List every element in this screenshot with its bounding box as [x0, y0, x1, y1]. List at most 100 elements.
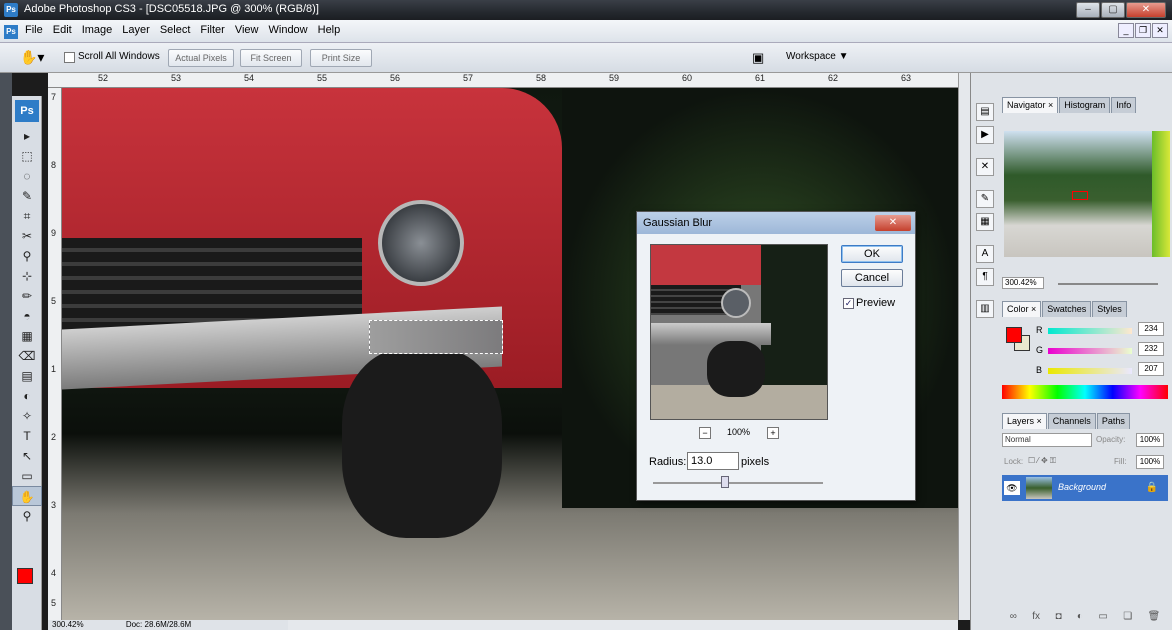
layer-style-icon[interactable]: fx — [1032, 611, 1040, 627]
zoom-out-button[interactable]: − — [699, 427, 711, 439]
clone-stamp-tool-icon[interactable]: ✏ — [12, 286, 42, 306]
adjustment-layer-icon[interactable]: ◐ — [1077, 611, 1083, 627]
channel-b-slider[interactable] — [1048, 368, 1132, 374]
navigator-zoom-slider[interactable] — [1058, 283, 1158, 285]
blur-tool-icon[interactable]: ▤ — [12, 366, 42, 386]
menu-edit[interactable]: Edit — [48, 24, 77, 36]
opacity-field[interactable]: 100% — [1136, 433, 1164, 447]
dialog-close-button[interactable]: ✕ — [875, 215, 911, 231]
tab-color[interactable]: Color × — [1002, 301, 1042, 317]
history-panel-icon[interactable]: ▤ — [976, 103, 994, 121]
minimize-button[interactable]: – — [1076, 2, 1100, 18]
slice-tool-icon[interactable]: ✂ — [12, 226, 42, 246]
document-icon[interactable]: Ps — [4, 25, 18, 39]
hand-tool-icon[interactable]: ✋ — [12, 486, 42, 506]
tab-info[interactable]: Info — [1111, 97, 1137, 113]
tab-swatches[interactable]: Swatches — [1042, 301, 1092, 317]
menu-filter[interactable]: Filter — [195, 24, 229, 36]
menu-select[interactable]: Select — [155, 24, 196, 36]
layer-row[interactable]: 👁 Background 🔒 — [1002, 475, 1168, 501]
dodge-tool-icon[interactable]: ◐ — [12, 386, 42, 406]
navigator-view-box[interactable] — [1072, 191, 1088, 200]
close-button[interactable]: ✕ — [1126, 2, 1166, 18]
brush-tool-icon[interactable]: ⊹ — [12, 266, 42, 286]
print-size-button[interactable]: Print Size — [310, 49, 372, 67]
tool-presets-icon[interactable]: ✕ — [976, 158, 994, 176]
channel-r-slider[interactable] — [1048, 328, 1132, 334]
pen-tool-icon[interactable]: ✧ — [12, 406, 42, 426]
radius-slider-track[interactable] — [653, 482, 823, 484]
channel-g-value[interactable]: 232 — [1138, 342, 1164, 356]
radius-input[interactable]: 13.0 — [687, 452, 739, 470]
new-group-icon[interactable]: ▭ — [1098, 611, 1107, 627]
color-spectrum-ramp[interactable] — [1002, 385, 1168, 399]
brushes-panel-icon[interactable]: ✎ — [976, 190, 994, 208]
tab-paths[interactable]: Paths — [1096, 413, 1130, 429]
hand-tool-preset-icon[interactable]: ✋▾ — [20, 49, 48, 67]
blend-mode-select[interactable]: Normal — [1002, 433, 1092, 447]
radius-slider-thumb[interactable] — [721, 476, 729, 488]
clone-source-icon[interactable]: ▦ — [976, 213, 994, 231]
tab-histogram[interactable]: Histogram — [1059, 97, 1111, 113]
eraser-tool-icon[interactable]: ▦ — [12, 326, 42, 346]
path-selection-tool-icon[interactable]: ↖ — [12, 446, 42, 466]
actions-panel-icon[interactable]: ▶ — [976, 126, 994, 144]
preview-checkbox[interactable]: ✓ — [843, 298, 854, 309]
doc-minimize-button[interactable]: _ — [1118, 23, 1134, 38]
link-layers-icon[interactable]: ∞ — [1010, 611, 1017, 627]
ok-button[interactable]: OK — [841, 245, 903, 263]
channel-g-slider[interactable] — [1048, 348, 1132, 354]
navigator-thumbnail[interactable] — [1004, 131, 1170, 257]
zoom-tool-icon[interactable]: ⚲ — [12, 506, 42, 526]
tab-channels[interactable]: Channels — [1047, 413, 1096, 429]
menu-window[interactable]: Window — [264, 24, 313, 36]
tab-layers[interactable]: Layers × — [1002, 413, 1047, 429]
shape-tool-icon[interactable]: ▭ — [12, 466, 42, 486]
doc-close-button[interactable]: ✕ — [1152, 23, 1168, 38]
doc-restore-button[interactable]: ❐ — [1135, 23, 1151, 38]
layer-mask-icon[interactable]: ◘ — [1055, 611, 1061, 627]
gradient-tool-icon[interactable]: ⌫ — [12, 346, 42, 366]
menu-layer[interactable]: Layer — [117, 24, 155, 36]
scroll-all-windows-checkbox[interactable] — [64, 52, 75, 63]
document-size[interactable]: Doc: 28.6M/28.6M — [126, 620, 191, 629]
horizontal-scrollbar[interactable] — [288, 620, 958, 630]
maximize-button[interactable]: ▢ — [1101, 2, 1125, 18]
layer-name[interactable]: Background — [1058, 482, 1106, 492]
visibility-eye-icon[interactable]: 👁 — [1004, 481, 1020, 495]
channel-r-value[interactable]: 234 — [1138, 322, 1164, 336]
foreground-color-swatch[interactable] — [17, 568, 33, 584]
actual-pixels-button[interactable]: Actual Pixels — [168, 49, 234, 67]
lock-icons[interactable]: ☐ ⁄ ✥ ⚿ — [1028, 456, 1056, 466]
navigator-zoom-field[interactable]: 300.42% — [1002, 277, 1044, 289]
vertical-scrollbar[interactable] — [958, 73, 970, 620]
healing-brush-tool-icon[interactable]: ⚲ — [12, 246, 42, 266]
tab-styles[interactable]: Styles — [1092, 301, 1127, 317]
menu-help[interactable]: Help — [313, 24, 346, 36]
blur-preview[interactable] — [650, 244, 828, 420]
marquee-selection[interactable] — [369, 320, 503, 354]
type-tool-icon[interactable]: T — [12, 426, 42, 446]
quick-selection-tool-icon[interactable]: ✎ — [12, 186, 42, 206]
fit-screen-button[interactable]: Fit Screen — [240, 49, 302, 67]
zoom-in-button[interactable]: + — [767, 427, 779, 439]
menu-image[interactable]: Image — [77, 24, 118, 36]
paragraph-panel-icon[interactable]: ¶ — [976, 268, 994, 286]
delete-layer-icon[interactable]: 🗑 — [1148, 611, 1161, 627]
history-brush-tool-icon[interactable]: ◓ — [12, 306, 42, 326]
fill-field[interactable]: 100% — [1136, 455, 1164, 469]
move-tool-icon[interactable]: ▸ — [12, 126, 42, 146]
lasso-tool-icon[interactable]: ◌ — [12, 166, 42, 186]
layer-comps-icon[interactable]: ▥ — [976, 300, 994, 318]
menu-view[interactable]: View — [230, 24, 264, 36]
crop-tool-icon[interactable]: ⌗ — [12, 206, 42, 226]
tab-navigator[interactable]: Navigator × — [1002, 97, 1059, 113]
workspace-icon[interactable]: ▣ — [752, 50, 770, 66]
workspace-menu[interactable]: Workspace ▼ — [786, 51, 849, 62]
cancel-button[interactable]: Cancel — [841, 269, 903, 287]
marquee-tool-icon[interactable]: ⬚ — [12, 146, 42, 166]
zoom-level[interactable]: 300.42% — [52, 620, 84, 629]
channel-b-value[interactable]: 207 — [1138, 362, 1164, 376]
menu-file[interactable]: File — [20, 24, 48, 36]
new-layer-icon[interactable]: ❏ — [1123, 611, 1132, 627]
